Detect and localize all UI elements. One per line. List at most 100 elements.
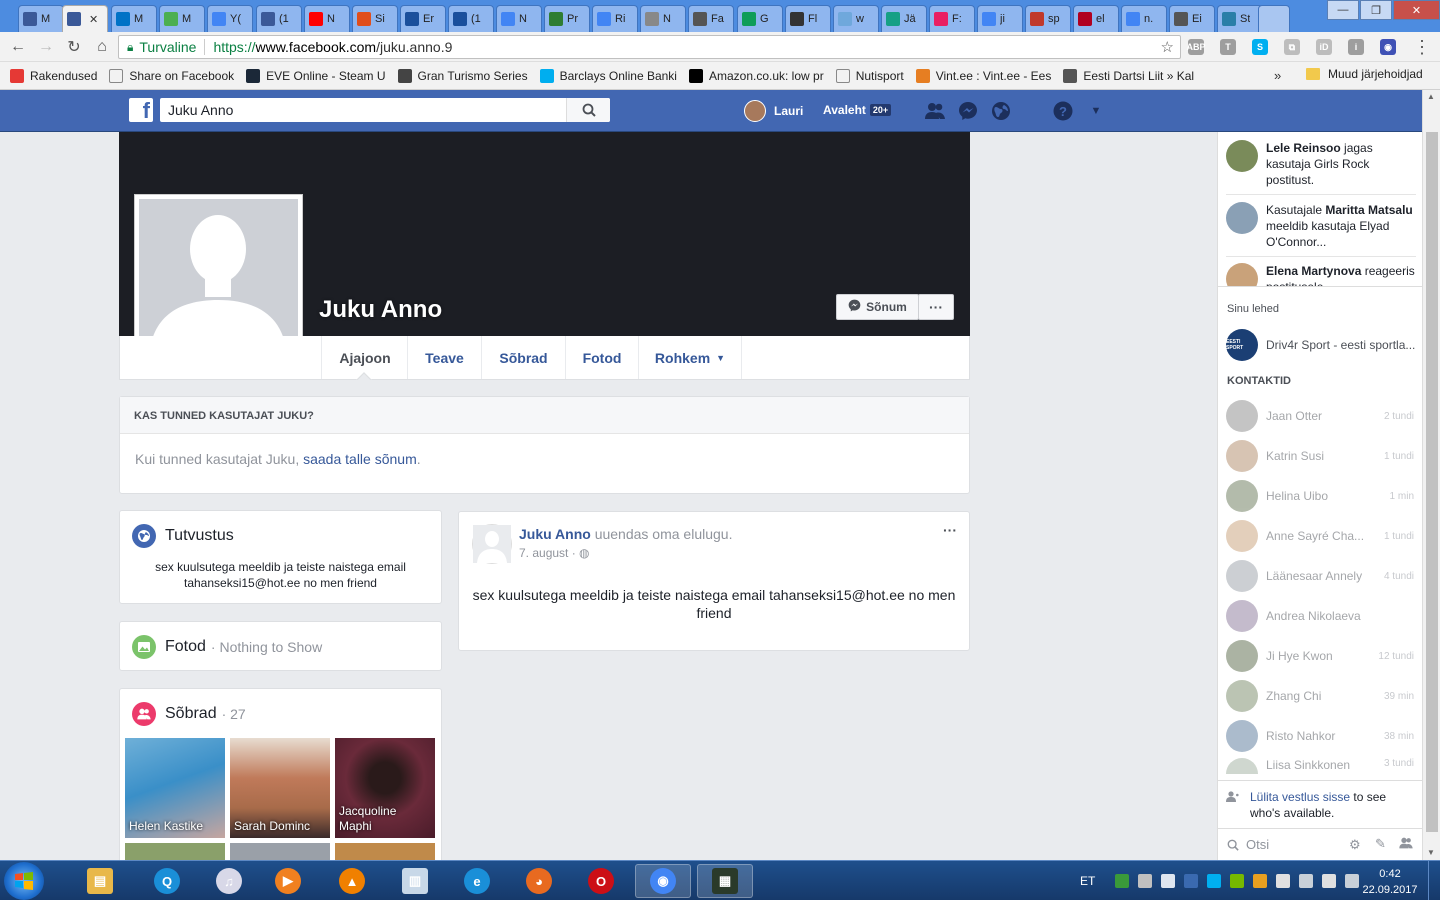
- tray-app-icon[interactable]: [1184, 874, 1199, 888]
- facebook-search-input[interactable]: Juku Anno: [160, 98, 610, 122]
- chrome-taskbar-button[interactable]: ◉: [635, 864, 691, 898]
- close-tab-icon[interactable]: ✕: [89, 13, 98, 26]
- send-message-link[interactable]: saada talle sõnum: [303, 451, 417, 467]
- browser-tab[interactable]: Fa: [688, 5, 734, 32]
- info-icon[interactable]: i: [1348, 39, 1364, 55]
- browser-tab[interactable]: el: [1073, 5, 1119, 32]
- browser-tab[interactable]: sp: [1025, 5, 1071, 32]
- maximize-button[interactable]: ❐: [1360, 0, 1392, 20]
- chrome-menu-icon[interactable]: ⋮: [1412, 37, 1432, 57]
- chrome-ext-icon[interactable]: ◉: [1380, 39, 1396, 55]
- tab-active[interactable]: ✕: [62, 5, 108, 32]
- language-indicator[interactable]: ET: [1080, 874, 1095, 888]
- profile-shortcut[interactable]: Lauri: [744, 100, 803, 122]
- reload-button[interactable]: ↻: [64, 37, 84, 57]
- more-options-button[interactable]: ···: [918, 294, 954, 320]
- account-menu-chevron-down-icon[interactable]: ▼: [1085, 100, 1107, 122]
- new-message-icon[interactable]: ✎: [1375, 836, 1386, 852]
- ie-taskbar-button[interactable]: e: [451, 864, 503, 898]
- browser-tab[interactable]: N: [640, 5, 686, 32]
- messenger-icon[interactable]: [957, 100, 979, 122]
- home-link[interactable]: Avaleht 20+: [823, 103, 892, 117]
- create-group-icon[interactable]: [1399, 837, 1413, 852]
- itunes-taskbar-button[interactable]: ♫: [203, 864, 255, 898]
- notifications-globe-icon[interactable]: [990, 100, 1012, 122]
- new-tab-button[interactable]: [1258, 5, 1290, 32]
- tray-app-icon[interactable]: [1161, 874, 1176, 888]
- tab-about[interactable]: Teave: [407, 336, 481, 379]
- tray-app-icon[interactable]: [1138, 874, 1153, 888]
- activity-ticker-item[interactable]: Kasutajale Maritta Matsalu meeldib kasut…: [1226, 202, 1416, 250]
- post-options-icon[interactable]: ···: [943, 522, 957, 538]
- browser-tab[interactable]: M: [159, 5, 205, 32]
- nvidia-tray-icon[interactable]: [1230, 874, 1245, 888]
- bookmark-item[interactable]: Nutisport: [835, 68, 904, 83]
- browser-tab[interactable]: Er: [400, 5, 446, 32]
- browser-tab[interactable]: (1: [256, 5, 302, 32]
- contact-item[interactable]: Läänesaar Annely 4 tundi: [1226, 558, 1422, 594]
- privacy-icon[interactable]: ◍: [579, 546, 589, 560]
- page-scrollbar[interactable]: ▲ ▼: [1422, 90, 1440, 860]
- explorer-taskbar-button[interactable]: ▤: [74, 864, 126, 898]
- action-center-icon[interactable]: [1299, 874, 1314, 888]
- tab-photos[interactable]: Fotod: [565, 336, 638, 379]
- vlc-taskbar-button[interactable]: ▲: [326, 864, 378, 898]
- bookmark-item[interactable]: Barclays Online Banki: [539, 68, 677, 83]
- contact-item[interactable]: Zhang Chi 39 min: [1226, 678, 1422, 714]
- friend-tile[interactable]: Helen Kastike: [125, 738, 225, 838]
- contact-item[interactable]: Helina Uibo 1 min: [1226, 478, 1422, 514]
- browser-tab[interactable]: M: [18, 5, 64, 32]
- bookmarks-overflow-chevron-icon[interactable]: »: [1274, 68, 1281, 83]
- browser-tab[interactable]: N: [496, 5, 542, 32]
- post-author-avatar[interactable]: [472, 524, 512, 564]
- post-timestamp[interactable]: 7. august: [519, 546, 568, 560]
- photos-title[interactable]: Fotod: [165, 638, 206, 656]
- bookmark-item[interactable]: Eesti Dartsi Liit » Kal: [1063, 68, 1194, 83]
- close-window-button[interactable]: ✕: [1393, 0, 1440, 20]
- skype-tray-icon[interactable]: [1207, 874, 1222, 888]
- contact-item[interactable]: Ji Hye Kwon 12 tundi: [1226, 638, 1422, 674]
- t-icon[interactable]: T: [1220, 39, 1236, 55]
- search-icon[interactable]: [566, 98, 610, 122]
- message-button[interactable]: Sõnum: [836, 294, 919, 320]
- bookmark-item[interactable]: Amazon.co.uk: low pr: [688, 68, 824, 83]
- show-desktop-button[interactable]: [1428, 861, 1440, 900]
- network-icon[interactable]: [1345, 874, 1360, 888]
- notepad-app-taskbar-button[interactable]: ▥: [389, 864, 441, 898]
- bookmark-item[interactable]: Gran Turismo Series: [397, 68, 528, 83]
- browser-tab[interactable]: G: [737, 5, 783, 32]
- contact-item[interactable]: Jaan Otter 2 tundi: [1226, 398, 1422, 434]
- terminal-taskbar-button[interactable]: ▦: [697, 864, 753, 898]
- activity-ticker-item[interactable]: Lele Reinsoo jagas kasutaja Girls Rock p…: [1226, 140, 1416, 188]
- bookmark-item[interactable]: EVE Online - Steam U: [246, 68, 386, 83]
- bookmark-item[interactable]: Vint.ee : Vint.ee - Ees: [915, 68, 1051, 83]
- volume-icon[interactable]: [1322, 874, 1337, 888]
- browser-tab[interactable]: M: [111, 5, 157, 32]
- contact-item[interactable]: Liisa Sinkkonen 3 tundi: [1226, 758, 1422, 774]
- post-author-link[interactable]: Juku Anno: [519, 526, 591, 542]
- browser-tab[interactable]: Jä: [881, 5, 927, 32]
- id-icon[interactable]: iD: [1316, 39, 1332, 55]
- forward-button[interactable]: →: [36, 37, 56, 57]
- other-bookmarks-folder[interactable]: Muud järjehoidjad: [1306, 67, 1423, 81]
- help-icon[interactable]: ?: [1052, 100, 1074, 122]
- tab-more[interactable]: Rohkem ▼: [638, 336, 742, 379]
- bookmark-item[interactable]: Rakendused: [10, 68, 97, 83]
- address-bar[interactable]: 🔒︎ Turvaline https://www.facebook.com/ju…: [118, 35, 1181, 59]
- browser-tab[interactable]: n.: [1121, 5, 1167, 32]
- contact-item[interactable]: Andrea Nikolaeva: [1226, 598, 1422, 634]
- back-button[interactable]: ←: [8, 37, 28, 57]
- tray-app-icon[interactable]: [1115, 874, 1130, 888]
- friend-requests-icon[interactable]: [924, 100, 946, 122]
- tab-friends[interactable]: Sõbrad: [481, 336, 565, 379]
- pdf-icon[interactable]: ⧉: [1284, 39, 1300, 55]
- browser-tab[interactable]: ji: [977, 5, 1023, 32]
- clock[interactable]: 0:42 22.09.2017: [1360, 866, 1420, 898]
- activity-ticker-item[interactable]: Elena Martynova reageeris postitusele: [1226, 263, 1416, 287]
- opera-taskbar-button[interactable]: O: [575, 864, 627, 898]
- scroll-down-icon[interactable]: ▼: [1427, 848, 1435, 857]
- skype-icon[interactable]: S: [1252, 39, 1268, 55]
- browser-tab[interactable]: Ei: [1169, 5, 1215, 32]
- contact-item[interactable]: Risto Nahkor 38 min: [1226, 718, 1422, 754]
- firefox-taskbar-button[interactable]: ◕: [513, 864, 565, 898]
